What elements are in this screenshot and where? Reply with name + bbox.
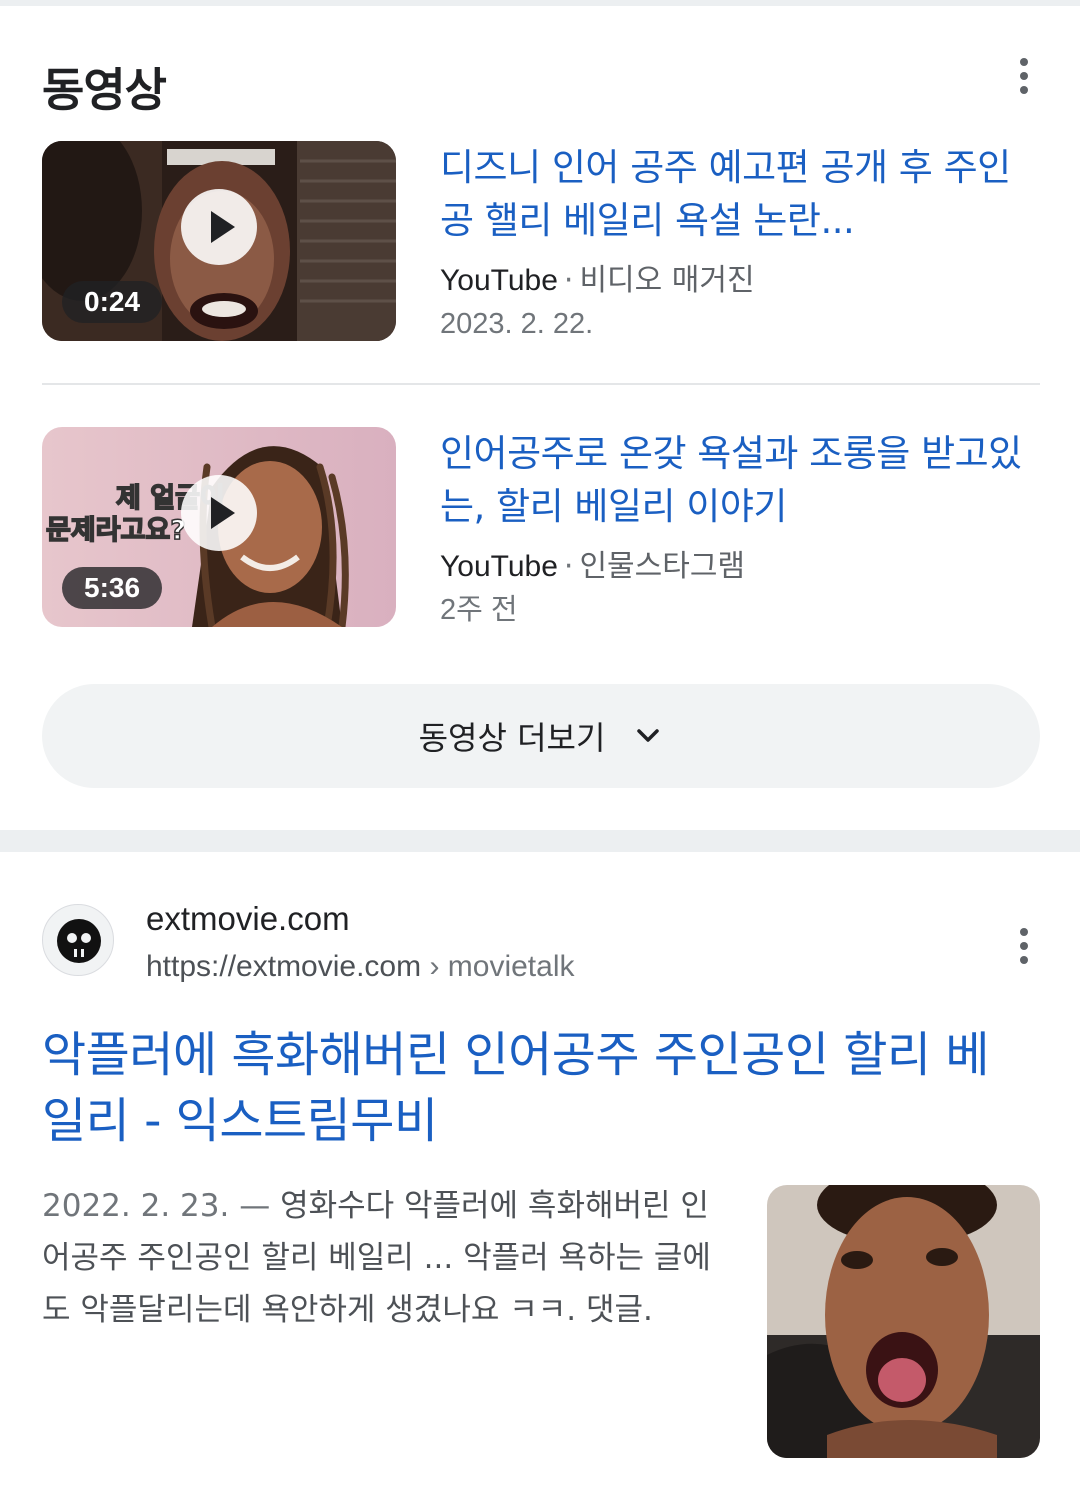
video-info: 디즈니 인어 공주 예고편 공개 후 주인공 핼리 베일리 욕설 논란... Y…: [440, 141, 1040, 345]
skull-icon: [42, 904, 114, 976]
url-text: https://extmovie.com: [146, 950, 422, 983]
video-channel: 비디오 매거진: [579, 263, 755, 298]
url-breadcrumb: › movietalk: [429, 950, 575, 983]
video-source: YouTube · 인물스타그램: [440, 549, 746, 584]
video-platform: YouTube: [440, 264, 558, 297]
more-videos-button[interactable]: 동영상 더보기: [42, 684, 1040, 788]
snippet-separator: —: [239, 1188, 271, 1224]
videos-section: 동영상 0:24 디즈니 인어 공주 예고편 공개 후 주인공 핼리 베일리 욕…: [0, 6, 1080, 830]
video-thumbnail[interactable]: 제 얼굴이 문제라고요? 5:36: [42, 427, 396, 627]
section-separator: [0, 830, 1080, 852]
video-date: 2023. 2. 22.: [440, 308, 594, 340]
video-info: 인어공주로 온갖 욕설과 조롱을 받고있는, 할리 베일리 이야기 YouTub…: [440, 427, 1040, 631]
snippet-date: 2022. 2. 23.: [42, 1188, 230, 1224]
video-date: 2주 전: [440, 594, 518, 626]
play-icon[interactable]: [181, 475, 257, 551]
video-channel: 인물스타그램: [579, 549, 746, 584]
video-thumbnail[interactable]: 0:24: [42, 141, 396, 341]
result-thumbnail[interactable]: [767, 1185, 1040, 1458]
video-duration: 5:36: [62, 567, 163, 609]
more-videos-label: 동영상 더보기: [418, 719, 606, 757]
thumbnail-caption-line2: 문제라고요?: [46, 515, 186, 546]
site-url[interactable]: https://extmovie.com › movietalk: [146, 950, 575, 984]
video-duration: 0:24: [62, 281, 163, 323]
video-result[interactable]: 0:24 디즈니 인어 공주 예고편 공개 후 주인공 핼리 베일리 욕설 논란…: [42, 141, 1040, 341]
video-result[interactable]: 제 얼굴이 문제라고요? 5:36 인어공주로 온갖 욕설과 조롱을 받고있는,…: [42, 427, 1040, 627]
result-snippet: 2022. 2. 23. — 영화수다 악플러에 흑화해버린 인어공주 주인공인…: [42, 1180, 732, 1336]
play-icon[interactable]: [181, 189, 257, 265]
video-title-link[interactable]: 인어공주로 온갖 욕설과 조롱을 받고있는, 할리 베일리 이야기: [440, 427, 1040, 533]
result-title-link[interactable]: 악플러에 흑화해버린 인어공주 주인공인 할리 베일리 - 익스트림무비: [42, 1022, 1032, 1154]
more-vert-icon[interactable]: [1009, 924, 1039, 968]
more-vert-icon[interactable]: [1009, 54, 1039, 98]
video-source: YouTube · 비디오 매거진: [440, 263, 755, 298]
chevron-down-icon: [637, 729, 660, 742]
video-divider: [42, 383, 1040, 385]
section-title: 동영상: [42, 63, 167, 117]
site-name[interactable]: extmovie.com: [146, 900, 350, 938]
video-title-link[interactable]: 디즈니 인어 공주 예고편 공개 후 주인공 핼리 베일리 욕설 논란...: [440, 141, 1040, 247]
video-platform: YouTube: [440, 550, 558, 583]
web-result: extmovie.com https://extmovie.com › movi…: [0, 852, 1080, 1490]
